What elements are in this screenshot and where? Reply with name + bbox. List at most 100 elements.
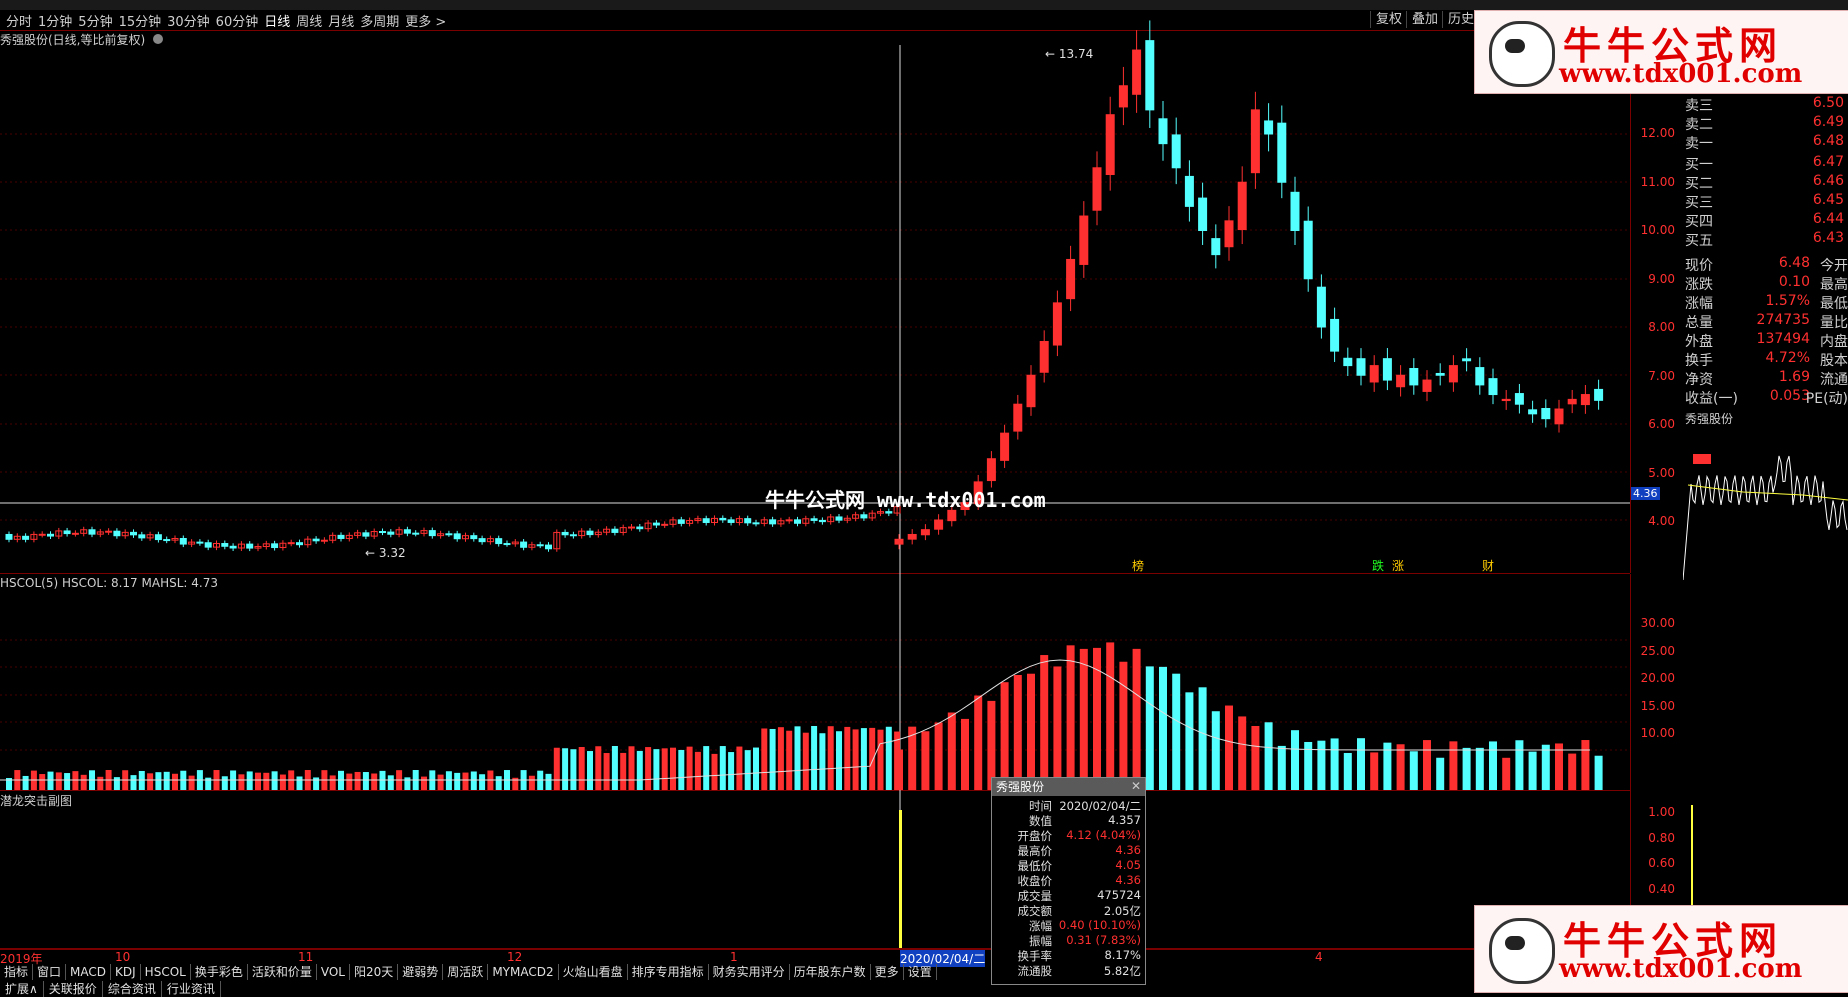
indicator-tab-13[interactable]: 排序专用指标: [628, 964, 709, 980]
volume-bar: [371, 773, 378, 790]
candle-body: [1594, 388, 1604, 401]
candle-body: [287, 542, 295, 545]
candle-body: [586, 530, 594, 536]
indicator-tab-5[interactable]: 换手彩色: [191, 964, 248, 980]
candle-body: [1316, 286, 1326, 328]
volume-bar: [271, 771, 278, 790]
candle-body: [1026, 374, 1036, 408]
volume-bar: [55, 772, 62, 790]
candle-body: [677, 519, 685, 524]
volume-bar: [1013, 674, 1022, 790]
candle-body: [727, 519, 735, 523]
volume-bar: [1053, 666, 1062, 790]
volume-bar: [329, 775, 336, 790]
tooltip-row: 收盘价 4.36: [1017, 873, 1142, 888]
volume-bar: [786, 730, 793, 790]
indicator-tabs: 指标 窗口 MACD KDJ HSCOL 换手彩色 活跃和价量 VOL 阳20天 避弱势 周活跃 MY…: [0, 964, 937, 980]
volume-axis: 30.00 25.00 20.00 15.00 10.00: [1630, 574, 1683, 790]
mini-intraday-chart: [1683, 454, 1848, 581]
candle-body: [163, 539, 171, 542]
indicator-tab-4[interactable]: HSCOL: [141, 964, 191, 980]
volume-bar: [1449, 741, 1458, 790]
volume-bar: [1502, 757, 1511, 790]
cow-logo-icon: [1489, 918, 1555, 984]
candle-body: [810, 518, 818, 521]
volume-bar: [961, 718, 969, 790]
bottom-tab-0[interactable]: 扩展∧: [0, 981, 44, 997]
watermark-url: www.tdx001.com: [1559, 954, 1803, 984]
kline-chart[interactable]: ← 13.74 ← 3.32 榜 跌涨 财: [0, 0, 1630, 948]
bottom-tab-2[interactable]: 综合资讯: [103, 981, 162, 997]
indicator-tab-15[interactable]: 历年股东户数: [790, 964, 871, 980]
volume-bar: [1541, 744, 1550, 790]
volume-bar: [570, 749, 577, 790]
candle-body: [5, 533, 13, 540]
date-label: 1: [730, 950, 738, 964]
cow-logo-spot: [1505, 936, 1525, 950]
volume-bar: [719, 746, 726, 790]
bottom-tab-1[interactable]: 关联报价: [44, 981, 103, 997]
indicator-tab-8[interactable]: 阳20天: [350, 964, 399, 980]
candle-body: [271, 543, 279, 549]
candle-body: [312, 538, 320, 542]
candle-body: [130, 531, 137, 536]
tooltip-row: 开盘价 4.12 (4.04%): [1017, 828, 1142, 843]
volume-bar: [246, 771, 253, 790]
candle-body: [520, 541, 528, 548]
indicator-tab-2[interactable]: MACD: [66, 964, 112, 980]
indicator-tab-11[interactable]: MYMACD2: [488, 964, 559, 980]
candle-body: [744, 518, 752, 524]
event-mark: 榜: [1132, 558, 1144, 573]
bottom-tab-3[interactable]: 行业资讯: [162, 981, 221, 997]
volume-bar: [645, 747, 652, 790]
quote-row: 涨幅 1.57% 最低: [1685, 293, 1848, 312]
candle-body: [105, 530, 113, 533]
volume-bar: [1370, 752, 1379, 790]
volume-bar: [1594, 755, 1603, 790]
indicator-tab-0[interactable]: 指标: [0, 964, 34, 980]
date-label: 10: [115, 950, 131, 964]
candle-body: [661, 523, 669, 526]
quote-row: 卖三 6.50: [1685, 95, 1844, 114]
event-mark: 涨: [1392, 558, 1404, 573]
volume-bar: [595, 746, 602, 790]
candle-body: [920, 529, 930, 536]
volume-bar: [753, 747, 759, 790]
volume-bar: [1079, 648, 1088, 790]
indicator-tab-14[interactable]: 财务实用评分: [709, 964, 790, 980]
candle-body: [1382, 358, 1392, 381]
price-axis: 12.00 11.00 10.00 9.00 8.00 7.00 6.00 5.00 4.00 4…: [1630, 40, 1683, 573]
volume-bar: [130, 775, 137, 790]
indicator-tab-3[interactable]: KDJ: [111, 964, 141, 980]
candle-body: [1330, 318, 1340, 352]
tooltip-row: 数值 4.357: [1029, 813, 1141, 828]
candle-body: [860, 514, 868, 519]
volume-bar: [263, 772, 270, 790]
volume-bar: [1436, 757, 1445, 790]
volume-bar: [1291, 730, 1299, 790]
indicator-tab-9[interactable]: 避弱势: [398, 964, 444, 980]
volume-bar: [238, 774, 245, 790]
indicator-tab-7[interactable]: VOL: [317, 964, 350, 980]
quote-row: 卖一 6.48: [1685, 133, 1844, 152]
volume-bar: [703, 746, 710, 790]
candle-body: [1264, 120, 1274, 135]
indicator-tab-12[interactable]: 火焰山看盘: [559, 964, 628, 980]
volume-bar: [545, 773, 552, 790]
candle-body: [445, 533, 453, 536]
tooltip-row: 最高价 4.36: [1017, 843, 1142, 858]
indicator-tab-1[interactable]: 窗口: [33, 964, 67, 980]
volume-bar: [1396, 744, 1405, 790]
indicator-tab-6[interactable]: 活跃和价量: [248, 964, 317, 980]
candle-body: [1013, 403, 1023, 432]
close-icon[interactable]: ✕: [1131, 779, 1141, 793]
indicator-tab-17[interactable]: 设置: [904, 964, 937, 980]
candle-body: [387, 531, 395, 535]
candle-body: [1343, 357, 1353, 367]
indicator-tab-16[interactable]: 更多: [871, 964, 904, 980]
candle-body: [470, 535, 478, 540]
volume-bar: [603, 753, 610, 790]
volume-bar: [836, 731, 842, 790]
indicator-tab-10[interactable]: 周活跃: [443, 964, 489, 980]
candle-body: [453, 533, 461, 540]
